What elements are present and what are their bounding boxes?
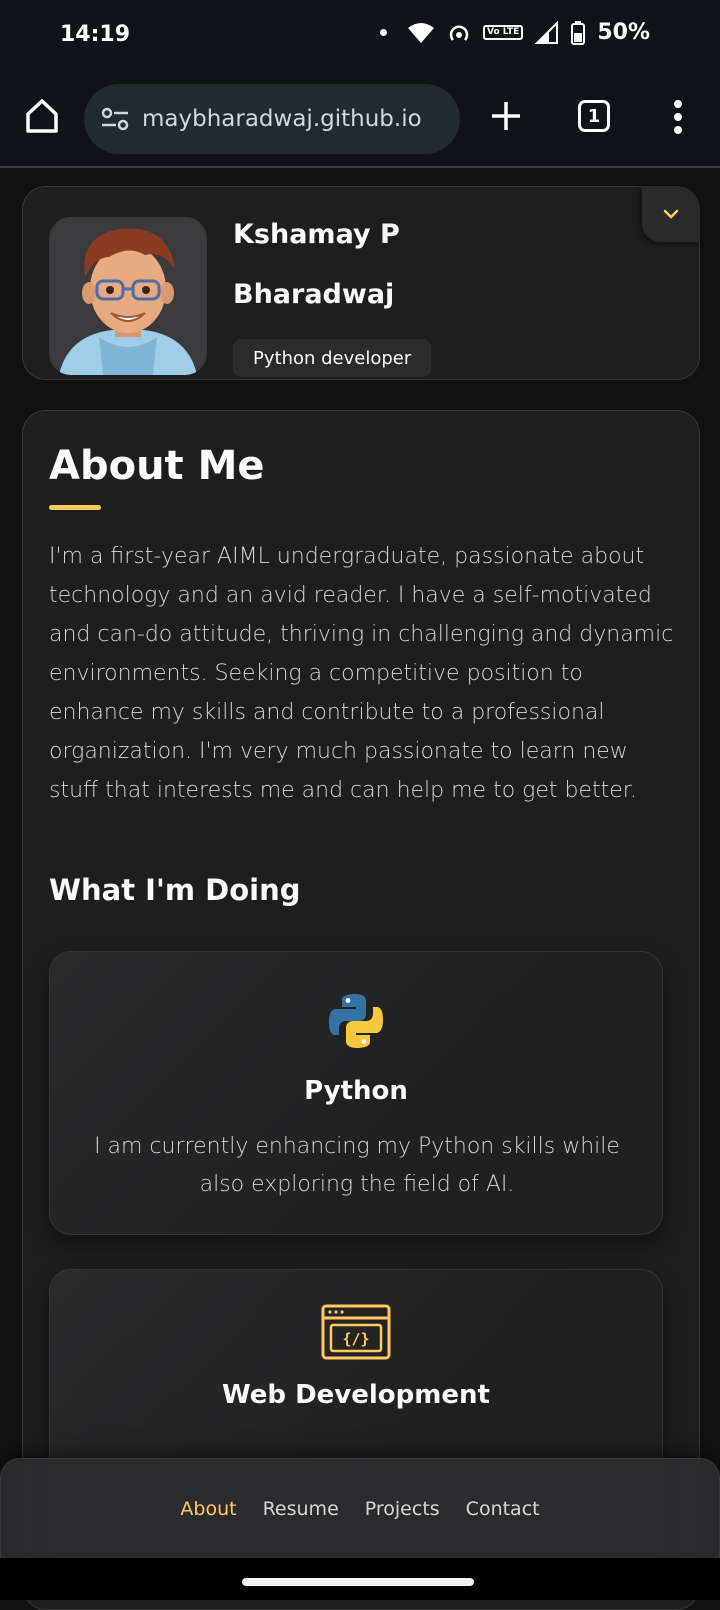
wifi-icon — [408, 22, 434, 43]
service-card-python: Python I am currently enhancing my Pytho… — [49, 951, 663, 1235]
chevron-down-icon — [663, 209, 679, 219]
python-logo-icon — [329, 994, 383, 1048]
home-gesture-handle[interactable] — [242, 1578, 474, 1586]
nav-link-projects[interactable]: Projects — [365, 1498, 440, 1520]
system-gesture-bar — [0, 1558, 720, 1600]
url-text: maybharadwaj.github.io — [142, 106, 422, 132]
volte-icon: Vo LTE — [483, 25, 524, 40]
about-article: About Me I'm a first-year AIML undergrad… — [22, 410, 700, 1610]
profile-card: Kshamay P Bharadwaj Python developer — [22, 186, 700, 380]
battery-percentage: 50% — [597, 20, 650, 45]
profile-name-line-2: Bharadwaj — [233, 279, 395, 310]
show-contacts-button[interactable] — [642, 186, 700, 242]
avatar-illustration — [49, 217, 207, 375]
service-title-python: Python — [304, 1076, 408, 1106]
about-paragraph: I'm a first-year AIML undergraduate, pas… — [49, 544, 674, 803]
nav-link-resume[interactable]: Resume — [263, 1498, 339, 1520]
tab-switcher-button[interactable]: 1 — [578, 100, 610, 132]
status-bar: 14:19 Vo LTE 50% — [0, 0, 720, 72]
profile-title-badge: Python developer — [233, 339, 432, 377]
notification-dot-icon — [380, 29, 387, 36]
code-window-icon: {/} — [321, 1304, 391, 1360]
page-title: About Me — [49, 443, 265, 489]
battery-icon — [571, 20, 586, 45]
service-title-web-development: Web Development — [222, 1380, 490, 1410]
service-text-python: I am currently enhancing my Python skill… — [94, 1134, 620, 1197]
avatar — [49, 217, 207, 375]
hotspot-icon — [449, 24, 469, 41]
overflow-menu-icon[interactable] — [668, 98, 688, 138]
title-underline — [49, 505, 101, 510]
signal-icon — [535, 20, 559, 44]
site-settings-icon[interactable] — [98, 104, 132, 134]
home-icon[interactable] — [22, 96, 62, 136]
about-text: I'm a first-year AIML undergraduate, pas… — [49, 537, 679, 810]
new-tab-icon[interactable] — [488, 98, 524, 134]
nav-link-about[interactable]: About — [180, 1498, 236, 1520]
nav-link-contact[interactable]: Contact — [466, 1498, 540, 1520]
address-bar[interactable]: maybharadwaj.github.io — [84, 84, 460, 154]
service-heading: What I'm Doing — [49, 873, 301, 907]
page-content: Kshamay P Bharadwaj Python developer Abo… — [0, 170, 720, 1610]
browser-toolbar: maybharadwaj.github.io 1 — [0, 72, 720, 168]
svg-text:{/}: {/} — [342, 1330, 369, 1348]
bottom-navbar: About Resume Projects Contact — [0, 1458, 720, 1558]
profile-name-line-1: Kshamay P — [233, 219, 400, 250]
status-icons: Vo LTE 50% — [380, 20, 650, 45]
status-time: 14:19 — [60, 22, 131, 47]
